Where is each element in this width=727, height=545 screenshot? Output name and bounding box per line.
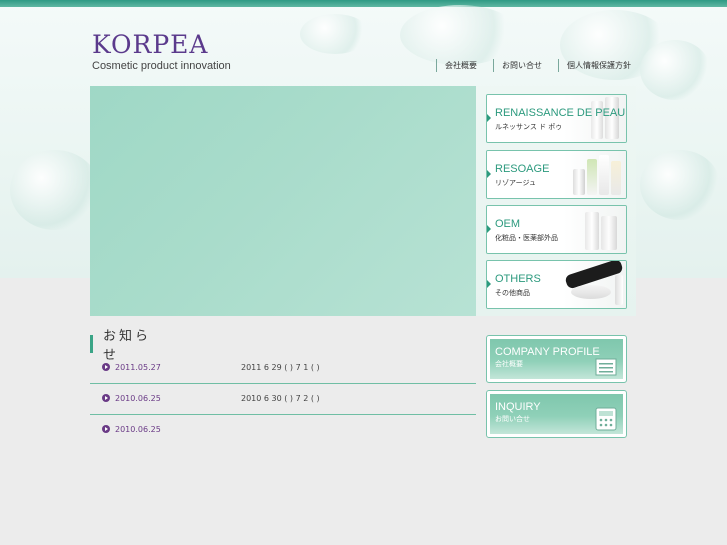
product-bottle-image: [611, 161, 621, 195]
product-card-others[interactable]: OTHERS その他商品: [486, 260, 627, 309]
water-splash: [10, 150, 100, 230]
product-subtitle: 化粧品・医薬部外品: [495, 234, 558, 242]
product-subtitle: ルネッサンス ド ポゥ: [495, 123, 563, 131]
product-title: RESOAGE: [495, 163, 550, 175]
nav-separator: [558, 58, 559, 72]
water-splash: [640, 150, 720, 220]
nav-inquiry-link[interactable]: お問い合せ: [502, 60, 542, 71]
site-logo[interactable]: KORPEA Cosmetic product innovation ​: [92, 31, 231, 79]
inquiry-banner[interactable]: INQUIRY お問い合せ: [486, 390, 627, 438]
product-bottle-image: [573, 169, 585, 195]
hero-image: [90, 86, 476, 316]
product-bottle-image: [585, 212, 599, 250]
logo-tagline: Cosmetic product innovation: [92, 60, 231, 72]
product-card-oem[interactable]: OEM 化粧品・医薬部外品: [486, 205, 627, 254]
news-text: 2010 6 30 ( ) 7 2 ( ): [241, 393, 320, 403]
banner-subtitle: 会社概要: [495, 360, 523, 368]
logo-wordmark: KORPEA: [92, 30, 209, 59]
logo-tagline-reflection: ​: [92, 73, 231, 79]
news-date: 2010.06.25: [115, 393, 161, 403]
top-stripe: [0, 0, 727, 7]
banner-subtitle: お問い合せ: [495, 415, 530, 423]
product-bottle-image: [615, 275, 623, 305]
arrow-icon: [487, 280, 491, 288]
product-subtitle: リゾアージュ: [495, 179, 536, 187]
banner-title: COMPANY PROFILE: [495, 346, 600, 358]
banner-title: INQUIRY: [495, 401, 541, 413]
news-text: 2011 6 29 ( ) 7 1 ( ): [241, 362, 320, 372]
news-item[interactable]: 2010.06.25: [102, 422, 241, 436]
product-bottle-image: [587, 159, 597, 195]
news-divider: [90, 383, 476, 384]
news-title: お知らせ: [102, 329, 151, 363]
arrow-bullet-icon: [102, 425, 110, 433]
news-heading: お知らせ: [90, 329, 166, 363]
product-compact-image: [571, 285, 611, 299]
news-heading-bar: [90, 335, 93, 353]
top-nav: 会社概要 お問い合せ 個人情報保護方針: [436, 58, 647, 72]
water-splash: [300, 14, 370, 54]
company-profile-banner[interactable]: COMPANY PROFILE 会社概要: [486, 335, 627, 383]
nav-separator: [436, 58, 437, 72]
product-card-renaissance[interactable]: RENAISSANCE DE PEAU ルネッサンス ド ポゥ: [486, 94, 627, 143]
news-date: 2010.06.25: [115, 424, 161, 434]
arrow-icon: [487, 114, 491, 122]
news-divider: [90, 414, 476, 415]
product-card-resoage[interactable]: RESOAGE リゾアージュ: [486, 150, 627, 199]
arrow-bullet-icon: [102, 363, 110, 371]
nav-privacy-link[interactable]: 個人情報保護方針: [567, 60, 631, 71]
product-title: OTHERS: [495, 273, 541, 285]
arrow-icon: [487, 225, 491, 233]
product-bottle-image: [601, 216, 617, 250]
nav-company-link[interactable]: 会社概要: [445, 60, 477, 71]
water-splash: [400, 5, 520, 65]
product-title: OEM: [495, 218, 521, 230]
product-bottle-image: [599, 155, 609, 195]
water-splash: [640, 40, 710, 100]
arrow-bullet-icon: [102, 394, 110, 402]
phone-icon: [595, 407, 617, 431]
arrow-icon: [487, 170, 491, 178]
product-subtitle: その他商品: [495, 289, 530, 297]
news-item[interactable]: 2011.05.27 2011 6 29 ( ) 7 1 ( ): [102, 360, 320, 374]
news-item[interactable]: 2010.06.25 2010 6 30 ( ) 7 2 ( ): [102, 391, 320, 405]
news-date: 2011.05.27: [115, 362, 161, 372]
product-title: RENAISSANCE DE PEAU: [495, 107, 626, 119]
nav-separator: [493, 58, 494, 72]
building-icon: [595, 358, 617, 376]
